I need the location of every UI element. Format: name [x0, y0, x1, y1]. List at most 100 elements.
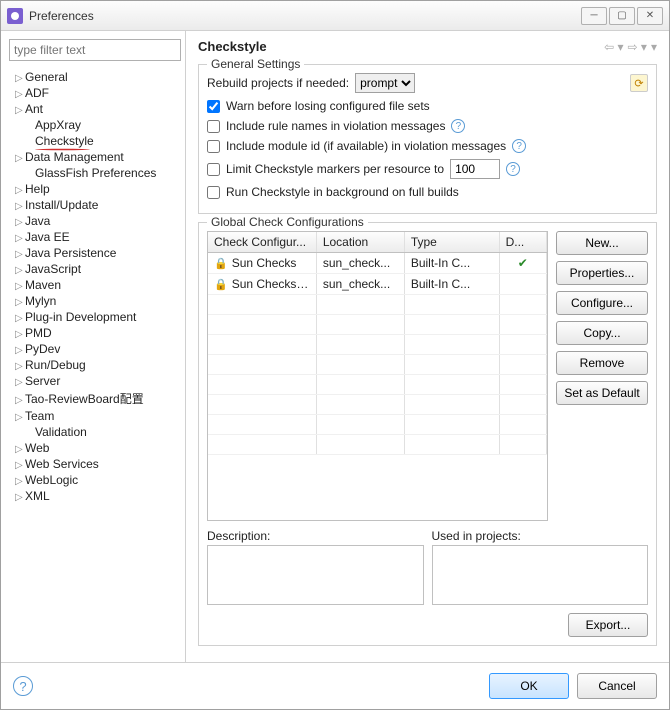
- tree-item[interactable]: ▷XML: [9, 488, 181, 504]
- background-checkbox[interactable]: [207, 186, 220, 199]
- expand-icon[interactable]: ▷: [15, 217, 25, 228]
- table-row[interactable]: [208, 415, 547, 435]
- table-row[interactable]: 🔒Sun Checkssun_check...Built-In C...✔: [208, 253, 547, 274]
- export-button[interactable]: Export...: [568, 613, 648, 637]
- tree-item[interactable]: ▷Ant: [9, 101, 181, 117]
- close-button[interactable]: ✕: [637, 7, 663, 25]
- col-name[interactable]: Check Configur...: [208, 232, 316, 253]
- limit-input[interactable]: [450, 159, 500, 179]
- table-row[interactable]: [208, 315, 547, 335]
- expand-icon[interactable]: ▷: [15, 329, 25, 340]
- expand-icon[interactable]: ▷: [15, 460, 25, 471]
- expand-icon[interactable]: ▷: [15, 89, 25, 100]
- forward-icon[interactable]: ⇨ ▾: [628, 40, 647, 54]
- filter-input[interactable]: [9, 39, 181, 61]
- tree-item[interactable]: ▷WebLogic: [9, 472, 181, 488]
- tree-item[interactable]: ▷Maven: [9, 277, 181, 293]
- tree-item[interactable]: Validation: [9, 424, 181, 440]
- help-button[interactable]: ?: [13, 676, 33, 696]
- table-row[interactable]: [208, 355, 547, 375]
- menu-icon[interactable]: ▾: [651, 40, 657, 54]
- include-rule-checkbox[interactable]: [207, 120, 220, 133]
- tree-item[interactable]: ▷Server: [9, 373, 181, 389]
- col-type[interactable]: Type: [404, 232, 499, 253]
- col-location[interactable]: Location: [316, 232, 404, 253]
- table-row[interactable]: [208, 295, 547, 315]
- tree-item[interactable]: ▷PMD: [9, 325, 181, 341]
- tree-item[interactable]: Checkstyle: [9, 133, 181, 149]
- expand-icon[interactable]: ▷: [15, 233, 25, 244]
- tree-item[interactable]: ▷Help: [9, 181, 181, 197]
- tree-item[interactable]: ▷Tao-ReviewBoard配置: [9, 389, 181, 408]
- used-in-box[interactable]: [432, 545, 649, 605]
- expand-icon[interactable]: ▷: [15, 281, 25, 292]
- expand-icon[interactable]: ▷: [15, 377, 25, 388]
- tree-item[interactable]: ▷Install/Update: [9, 197, 181, 213]
- warn-checkbox[interactable]: [207, 100, 220, 113]
- rebuild-select[interactable]: prompt: [355, 73, 415, 93]
- refresh-icon[interactable]: ⟳: [630, 74, 648, 92]
- expand-icon[interactable]: ▷: [15, 476, 25, 487]
- ok-button[interactable]: OK: [489, 673, 569, 699]
- limit-label: Limit Checkstyle markers per resource to: [226, 162, 444, 176]
- set-default-button[interactable]: Set as Default: [556, 381, 648, 405]
- table-row[interactable]: [208, 375, 547, 395]
- expand-icon[interactable]: ▷: [15, 153, 25, 164]
- properties-button[interactable]: Properties...: [556, 261, 648, 285]
- window-buttons: ─ ▢ ✕: [581, 7, 663, 25]
- tree-item[interactable]: ▷Mylyn: [9, 293, 181, 309]
- tree-item[interactable]: ▷Web Services: [9, 456, 181, 472]
- expand-icon[interactable]: ▷: [15, 412, 25, 423]
- configure-button[interactable]: Configure...: [556, 291, 648, 315]
- table-row[interactable]: [208, 335, 547, 355]
- tree-item[interactable]: ▷Java EE: [9, 229, 181, 245]
- help-icon[interactable]: ?: [512, 139, 526, 153]
- expand-icon[interactable]: ▷: [15, 297, 25, 308]
- expand-icon[interactable]: ▷: [15, 249, 25, 260]
- main-header: Checkstyle ⇦ ▾ ⇨ ▾ ▾: [198, 39, 657, 54]
- expand-icon[interactable]: ▷: [15, 395, 25, 406]
- expand-icon[interactable]: ▷: [15, 444, 25, 455]
- col-default[interactable]: D...: [499, 232, 546, 253]
- tree-item[interactable]: GlassFish Preferences: [9, 165, 181, 181]
- expand-icon[interactable]: ▷: [15, 492, 25, 503]
- maximize-button[interactable]: ▢: [609, 7, 635, 25]
- help-icon[interactable]: ?: [451, 119, 465, 133]
- expand-icon[interactable]: ▷: [15, 201, 25, 212]
- table-row[interactable]: [208, 435, 547, 455]
- tree-item[interactable]: ▷JavaScript: [9, 261, 181, 277]
- include-module-checkbox[interactable]: [207, 140, 220, 153]
- expand-icon[interactable]: ▷: [15, 361, 25, 372]
- tree-item[interactable]: ▷General: [9, 69, 181, 85]
- table-row[interactable]: 🔒Sun Checks (...sun_check...Built-In C..…: [208, 274, 547, 295]
- copy-button[interactable]: Copy...: [556, 321, 648, 345]
- expand-icon[interactable]: ▷: [15, 105, 25, 116]
- expand-icon[interactable]: ▷: [15, 265, 25, 276]
- tree-item[interactable]: ▷ADF: [9, 85, 181, 101]
- tree-item[interactable]: AppXray: [9, 117, 181, 133]
- tree-item[interactable]: ▷Java Persistence: [9, 245, 181, 261]
- tree-item[interactable]: ▷Run/Debug: [9, 357, 181, 373]
- expand-icon[interactable]: ▷: [15, 313, 25, 324]
- expand-icon[interactable]: ▷: [15, 73, 25, 84]
- tree-item-label: JavaScript: [25, 262, 81, 276]
- cancel-button[interactable]: Cancel: [577, 673, 657, 699]
- table-row[interactable]: [208, 395, 547, 415]
- tree-item[interactable]: ▷Java: [9, 213, 181, 229]
- expand-icon[interactable]: ▷: [15, 185, 25, 196]
- expand-icon[interactable]: ▷: [15, 345, 25, 356]
- background-label: Run Checkstyle in background on full bui…: [226, 185, 459, 199]
- tree-item[interactable]: ▷Data Management: [9, 149, 181, 165]
- tree-item[interactable]: ▷Plug-in Development: [9, 309, 181, 325]
- remove-button[interactable]: Remove: [556, 351, 648, 375]
- help-icon[interactable]: ?: [506, 162, 520, 176]
- back-icon[interactable]: ⇦ ▾: [604, 40, 623, 54]
- tree-item[interactable]: ▷Team: [9, 408, 181, 424]
- minimize-button[interactable]: ─: [581, 7, 607, 25]
- new-button[interactable]: New...: [556, 231, 648, 255]
- configs-table[interactable]: Check Configur... Location Type D... 🔒Su…: [207, 231, 548, 521]
- description-box[interactable]: [207, 545, 424, 605]
- tree-item[interactable]: ▷PyDev: [9, 341, 181, 357]
- limit-checkbox[interactable]: [207, 163, 220, 176]
- tree-item[interactable]: ▷Web: [9, 440, 181, 456]
